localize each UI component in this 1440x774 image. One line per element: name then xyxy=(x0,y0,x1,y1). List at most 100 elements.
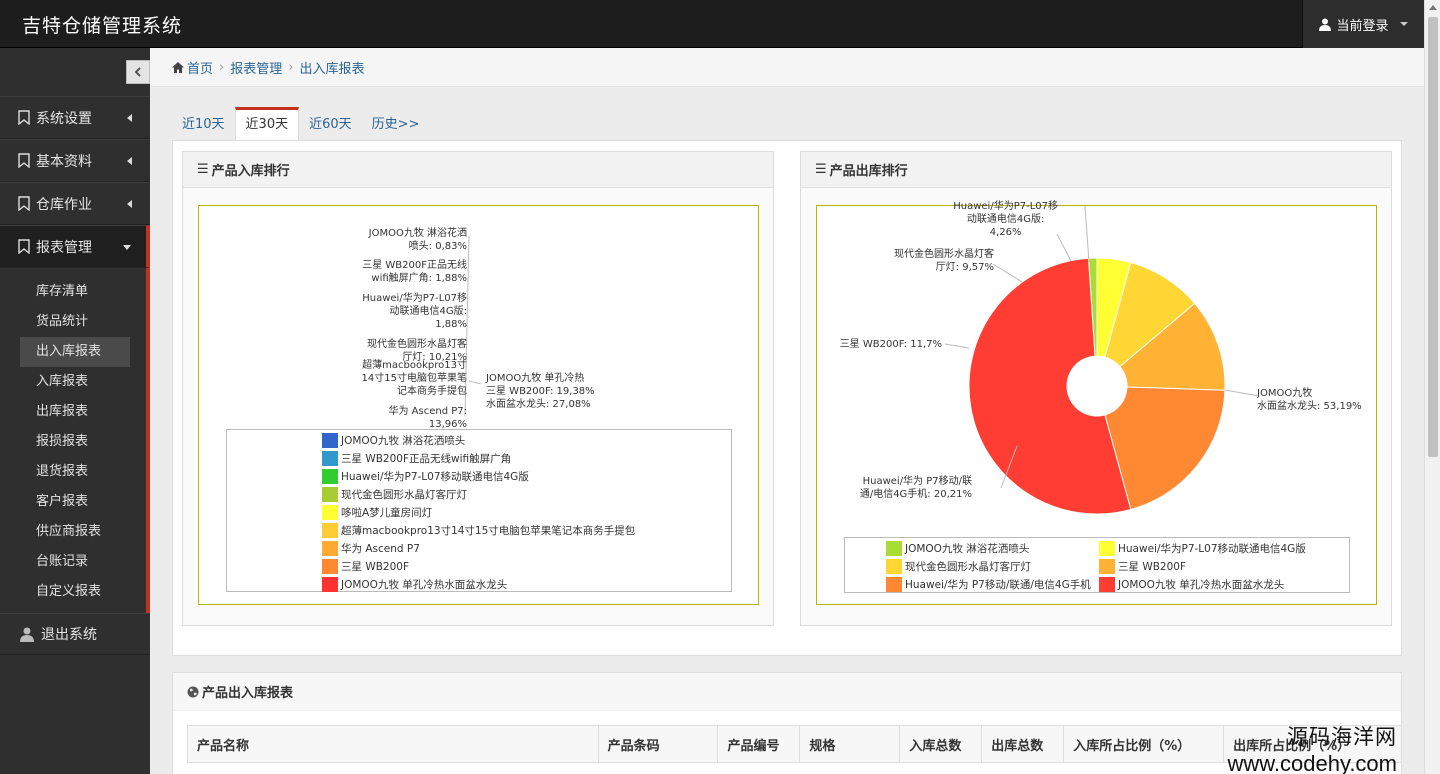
globe-icon xyxy=(187,686,199,697)
slice-label-huawei-p7: Huawei/华为 P7移动/联 通/电信4G手机: 20,21% xyxy=(860,475,972,501)
column-header[interactable]: 出库总数 xyxy=(981,725,1065,763)
breadcrumb-separator: › xyxy=(219,59,225,75)
legend-item[interactable]: 三星 WB200F正品无线wifi触屏广角 xyxy=(322,449,731,467)
breadcrumb-home-link[interactable]: 首页 xyxy=(187,58,213,77)
legend-item[interactable]: 超薄macbookpro13寸14寸15寸电脑包苹果笔记本商务手提包 xyxy=(322,521,731,539)
column-header[interactable]: 规格 xyxy=(799,725,901,763)
legend-item[interactable]: Huawei/华为P7-L07移动联通电信4G版 xyxy=(1099,539,1329,557)
legend-swatch xyxy=(322,558,338,574)
scrollbar-thumb[interactable] xyxy=(1428,17,1438,457)
legend-item[interactable]: JOMOO九牧 单孔冷热水面盆水龙头 xyxy=(1099,575,1329,593)
chevron-left-icon xyxy=(134,67,141,77)
legend-swatch xyxy=(1099,558,1115,574)
label-line: 华为 Ascend P7: xyxy=(388,406,467,417)
site-watermark: 源码海洋网 www.codehy.com xyxy=(1227,721,1397,774)
legend-label: 现代金色圆形水晶灯客厅灯 xyxy=(341,488,467,501)
sidebar-collapse-button[interactable] xyxy=(126,60,150,84)
legend-item[interactable]: 三星 WB200F xyxy=(322,557,731,575)
user-icon xyxy=(1319,18,1332,31)
legend-swatch xyxy=(322,450,338,466)
label-line: 14寸15寸电脑包苹果笔 xyxy=(361,373,467,384)
legend-label: JOMOO九牧 单孔冷热水面盆水龙头 xyxy=(341,578,508,591)
caret-down-icon xyxy=(123,245,131,250)
sidebar-subitem-return-report[interactable]: 退货报表 xyxy=(20,457,130,487)
label-line: 三星 WB200F: 19,38% xyxy=(486,386,595,397)
sidebar-subitem-customer-report[interactable]: 客户报表 xyxy=(20,487,130,517)
inbound-leader-lines xyxy=(464,235,482,417)
bookmark-icon xyxy=(18,153,30,168)
sidebar-item-logout[interactable]: 退出系统 xyxy=(0,613,150,655)
legend-item[interactable]: 现代金色圆形水晶灯客厅灯 xyxy=(322,485,731,503)
sidebar-subitem-custom-report[interactable]: 自定义报表 xyxy=(20,577,130,607)
caret-down-icon xyxy=(1399,22,1408,26)
column-header[interactable]: 入库所占比例（%） xyxy=(1063,725,1225,763)
legend-label: 三星 WB200F正品无线wifi触屏广角 xyxy=(341,452,512,465)
legend-item[interactable]: JOMOO九牧 淋浴花洒喷头 xyxy=(322,431,731,449)
sidebar-subitem-ledger[interactable]: 台账记录 xyxy=(20,547,130,577)
sidebar-subitem-supplier-report[interactable]: 供应商报表 xyxy=(20,517,130,547)
legend-label: JOMOO九牧 淋浴花洒喷头 xyxy=(905,542,1030,555)
legend-item[interactable]: 现代金色圆形水晶灯客厅灯 xyxy=(886,557,1099,575)
legend-swatch xyxy=(322,522,338,538)
home-icon xyxy=(172,61,184,73)
sidebar-item-label: 仓库作业 xyxy=(36,196,92,213)
time-range-tabs: 近10天 近30天 近60天 历史>> xyxy=(172,107,429,141)
sidebar-subitem-damage-report[interactable]: 报损报表 xyxy=(20,427,130,457)
tab-last-60-days[interactable]: 近60天 xyxy=(299,107,362,141)
sidebar-item-warehouse-ops[interactable]: 仓库作业 xyxy=(0,182,150,225)
label-line: 超薄macbookpro13寸 xyxy=(362,360,467,371)
slice-label-jomoo-faucet: JOMOO九牧 单孔冷热 三星 WB200F: 19,38% 水面盆水龙头: 2… xyxy=(486,372,595,411)
slice-label-huawei-l07: Huawei/华为P7-L07移 动联通电信4G版: 1,88% xyxy=(362,292,467,331)
tab-history[interactable]: 历史>> xyxy=(362,107,430,141)
label-line: 现代金色圆形水晶灯客 xyxy=(894,249,994,260)
column-header[interactable]: 入库总数 xyxy=(899,725,983,763)
user-menu-button[interactable]: 当前登录 xyxy=(1302,0,1424,48)
label-line: 水面盆水龙头: 53,19% xyxy=(1257,401,1362,412)
label-line: 现代金色圆形水晶灯客 xyxy=(367,339,467,350)
legend-item[interactable]: JOMOO九牧 淋浴花洒喷头 xyxy=(886,539,1099,557)
legend-item[interactable]: JOMOO九牧 单孔冷热水面盆水龙头 xyxy=(322,575,731,593)
sidebar-subitem-goods-stats[interactable]: 货品统计 xyxy=(20,307,130,337)
sidebar-item-reports[interactable]: 报表管理 xyxy=(0,225,150,268)
legend-item[interactable]: 哆啦A梦儿童房间灯 xyxy=(322,503,731,521)
slice-label-jomoo-faucet: JOMOO九牧 水面盆水龙头: 53,19% xyxy=(1257,387,1367,413)
legend-item[interactable]: 华为 Ascend P7 xyxy=(322,539,731,557)
sidebar: 系统设置 基本资料 仓库作业 报表管理 库存清单 货品统计 出入库报表 入库报表… xyxy=(0,48,150,774)
sidebar-subitem-in-out-report[interactable]: 出入库报表 xyxy=(20,337,130,367)
legend-item[interactable]: Huawei/华为P7-L07移动联通电信4G版 xyxy=(322,467,731,485)
list-icon: ☰ xyxy=(815,162,827,177)
label-line: Huawei/华为P7-L07移 xyxy=(362,293,467,304)
sidebar-subitem-inventory-list[interactable]: 库存清单 xyxy=(20,277,130,307)
slice-label-jomoo-shower: JOMOO九牧 淋浴花洒 喷头: 0,83% xyxy=(369,227,467,253)
legend-item[interactable]: 三星 WB200F xyxy=(1099,557,1329,575)
legend-swatch xyxy=(886,576,902,592)
label-line: JOMOO九牧 淋浴花洒 xyxy=(368,228,467,239)
legend-swatch xyxy=(886,540,902,556)
panel-title: 产品入库排行 xyxy=(211,164,290,179)
column-header[interactable]: 产品名称 xyxy=(187,725,599,763)
user-menu-label: 当前登录 xyxy=(1336,18,1389,34)
column-header[interactable]: 产品条码 xyxy=(597,725,719,763)
legend-swatch xyxy=(1099,540,1115,556)
sidebar-subitem-inbound-report[interactable]: 入库报表 xyxy=(20,367,130,397)
inbound-legend: JOMOO九牧 淋浴花洒喷头三星 WB200F正品无线wifi触屏广角 Huawe… xyxy=(226,429,732,592)
breadcrumb-section-link[interactable]: 报表管理 xyxy=(230,58,282,77)
label-line: 4,26% xyxy=(989,227,1022,238)
sidebar-item-basic-data[interactable]: 基本资料 xyxy=(0,139,150,182)
slice-label-macbook-bag: 超薄macbookpro13寸 14寸15寸电脑包苹果笔 记本商务手提包 xyxy=(362,359,467,398)
slice-label-huawei-l07: Huawei/华为P7-L07移 动联通电信4G版: 4,26% xyxy=(953,200,1058,239)
legend-label: Huawei/华为 P7移动/联通/电信4G手机 xyxy=(905,578,1091,591)
sidebar-subitem-outbound-report[interactable]: 出库报表 xyxy=(20,397,130,427)
breadcrumb-current-page[interactable]: 出入库报表 xyxy=(299,58,364,77)
legend-swatch xyxy=(322,468,338,484)
inbound-ranking-panel: ☰ 产品入库排行 JOMOO九牧 淋浴花洒 喷头: 0,83% 三星 WB200… xyxy=(182,151,774,626)
tab-last-10-days[interactable]: 近10天 xyxy=(172,107,235,141)
column-header[interactable]: 产品编号 xyxy=(717,725,801,763)
legend-item[interactable]: Huawei/华为 P7移动/联通/电信4G手机 xyxy=(886,575,1099,593)
slice-label-samsung: 三星 WB200F: 11,7% xyxy=(840,338,942,351)
sidebar-item-system-settings[interactable]: 系统设置 xyxy=(0,96,150,139)
label-line: Huawei/华为P7-L07移 xyxy=(953,201,1058,212)
page-scrollbar[interactable] xyxy=(1424,0,1440,774)
tab-last-30-days[interactable]: 近30天 xyxy=(234,107,300,141)
scroll-up-arrow-icon[interactable] xyxy=(1429,5,1437,10)
